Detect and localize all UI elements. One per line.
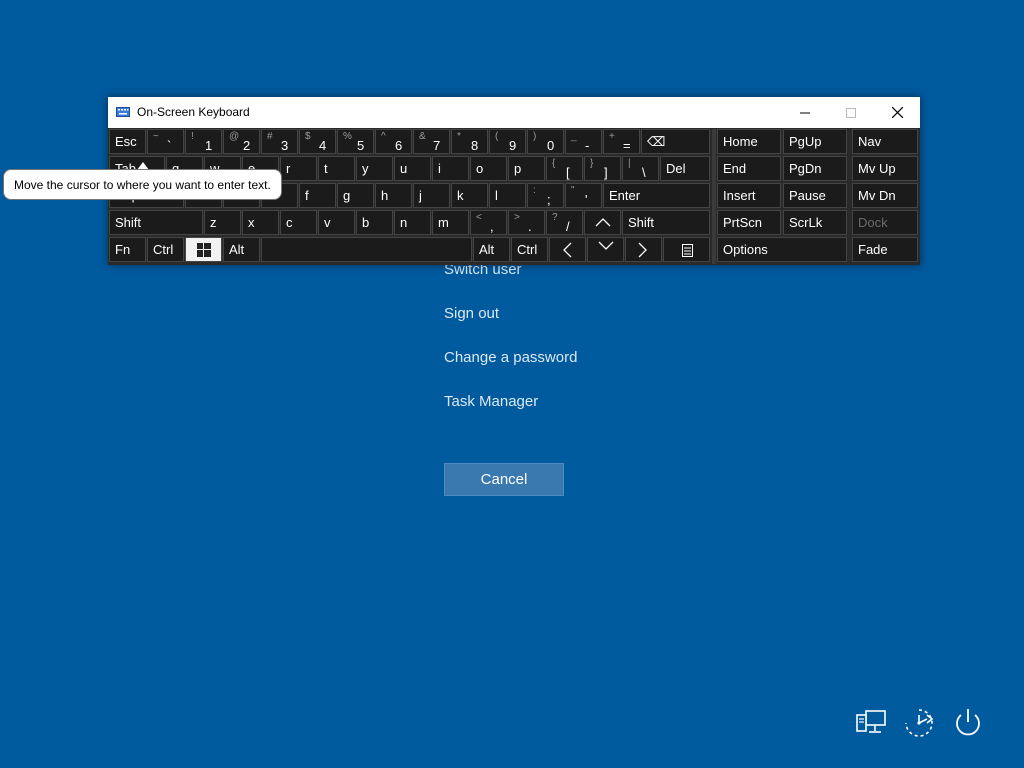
arrow-left-icon <box>563 242 572 258</box>
maximize-icon <box>846 107 856 118</box>
backspace-icon: ⌫ <box>647 134 666 149</box>
windows-logo-icon <box>197 243 211 257</box>
cancel-button[interactable]: Cancel <box>444 463 564 496</box>
key-m[interactable]: m <box>432 210 469 235</box>
key-pause[interactable]: Pause <box>783 183 847 208</box>
key-y[interactable]: y <box>356 156 393 181</box>
arrow-up-icon <box>595 218 611 227</box>
key-shift-left[interactable]: Shift <box>109 210 203 235</box>
key-x[interactable]: x <box>242 210 279 235</box>
key-2[interactable]: @2 <box>223 129 260 154</box>
key-o[interactable]: o <box>470 156 507 181</box>
key-fn[interactable]: Fn <box>109 237 146 262</box>
maximize-button[interactable] <box>828 97 874 128</box>
osk-tooltip: Move the cursor to where you want to ent… <box>3 169 282 200</box>
key-arrow-down[interactable] <box>587 237 624 262</box>
key-home[interactable]: Home <box>717 129 781 154</box>
arrow-right-icon <box>638 242 647 258</box>
key-h[interactable]: h <box>375 183 412 208</box>
key-close-bracket[interactable]: }] <box>584 156 621 181</box>
key-quote[interactable]: " ' <box>565 183 602 208</box>
key-i[interactable]: i <box>432 156 469 181</box>
key-9[interactable]: (9 <box>489 129 526 154</box>
key-period[interactable]: >. <box>508 210 545 235</box>
power-icon[interactable] <box>950 705 986 741</box>
key-t[interactable]: t <box>318 156 355 181</box>
keyboard-icon <box>116 107 130 117</box>
key-l[interactable]: l <box>489 183 526 208</box>
network-icon[interactable] <box>853 705 889 741</box>
key-open-bracket[interactable]: {[ <box>546 156 583 181</box>
arrow-down-icon <box>598 241 614 250</box>
key-end[interactable]: End <box>717 156 781 181</box>
key-1[interactable]: ! 1 <box>185 129 222 154</box>
key-ctrl-left[interactable]: Ctrl <box>147 237 184 262</box>
minimize-button[interactable] <box>782 97 828 128</box>
key-options[interactable]: Options <box>717 237 847 262</box>
key-enter[interactable]: Enter <box>603 183 710 208</box>
key-f[interactable]: f <box>299 183 336 208</box>
key-4[interactable]: $4 <box>299 129 336 154</box>
key-windows[interactable] <box>185 237 222 262</box>
key-k[interactable]: k <box>451 183 488 208</box>
osk-title: On-Screen Keyboard <box>137 105 250 119</box>
key-7[interactable]: & 7 <box>413 129 450 154</box>
key-alt-right[interactable]: Alt <box>473 237 510 262</box>
key-arrow-right[interactable] <box>625 237 662 262</box>
key-dock: Dock <box>852 210 918 235</box>
key-space[interactable] <box>261 237 472 262</box>
context-menu-icon <box>682 244 693 257</box>
key-minus[interactable]: _ - <box>565 129 602 154</box>
key-alt-left[interactable]: Alt <box>223 237 260 262</box>
close-button[interactable] <box>874 97 920 128</box>
key-8[interactable]: * 8 <box>451 129 488 154</box>
key-scrlk[interactable]: ScrLk <box>783 210 847 235</box>
key-r[interactable]: r <box>280 156 317 181</box>
key-backslash[interactable]: | \ <box>622 156 659 181</box>
key-pgup[interactable]: PgUp <box>783 129 847 154</box>
key-u[interactable]: u <box>394 156 431 181</box>
key-slash[interactable]: ? / <box>546 210 583 235</box>
key-3[interactable]: #3 <box>261 129 298 154</box>
change-password-link[interactable]: Change a password <box>444 349 577 366</box>
key-arrow-up[interactable] <box>584 210 621 235</box>
key-nav[interactable]: Nav <box>852 129 918 154</box>
key-comma[interactable]: <, <box>470 210 507 235</box>
key-6[interactable]: ^ 6 <box>375 129 412 154</box>
key-b[interactable]: b <box>356 210 393 235</box>
key-0[interactable]: ) 0 <box>527 129 564 154</box>
key-insert[interactable]: Insert <box>717 183 781 208</box>
key-mv-dn[interactable]: Mv Dn <box>852 183 918 208</box>
key-del[interactable]: Del <box>660 156 710 181</box>
osk-titlebar[interactable]: On-Screen Keyboard <box>108 97 920 128</box>
key-arrow-left[interactable] <box>549 237 586 262</box>
key-ctrl-right[interactable]: Ctrl <box>511 237 548 262</box>
key-c[interactable]: c <box>280 210 317 235</box>
minimize-icon <box>800 112 810 113</box>
keyboard-divider <box>712 129 716 264</box>
task-manager-link[interactable]: Task Manager <box>444 393 538 410</box>
close-icon <box>891 107 903 118</box>
key-equals[interactable]: + = <box>603 129 640 154</box>
sign-out-link[interactable]: Sign out <box>444 305 499 322</box>
key-pgdn[interactable]: PgDn <box>783 156 847 181</box>
key-semicolon[interactable]: :; <box>527 183 564 208</box>
key-v[interactable]: v <box>318 210 355 235</box>
key-j[interactable]: j <box>413 183 450 208</box>
key-menu[interactable] <box>663 237 710 262</box>
key-prtscn[interactable]: PrtScn <box>717 210 781 235</box>
key-p[interactable]: p <box>508 156 545 181</box>
key-shift-right[interactable]: Shift <box>622 210 710 235</box>
key-5[interactable]: % 5 <box>337 129 374 154</box>
key-g[interactable]: g <box>337 183 374 208</box>
key-mv-up[interactable]: Mv Up <box>852 156 918 181</box>
key-backspace[interactable]: ⌫ <box>641 129 710 154</box>
key-esc[interactable]: Esc <box>109 129 146 154</box>
key-backtick[interactable]: ~ ` <box>147 129 184 154</box>
ease-of-access-icon[interactable] <box>901 705 937 741</box>
key-n[interactable]: n <box>394 210 431 235</box>
key-z[interactable]: z <box>204 210 241 235</box>
key-fade[interactable]: Fade <box>852 237 918 262</box>
